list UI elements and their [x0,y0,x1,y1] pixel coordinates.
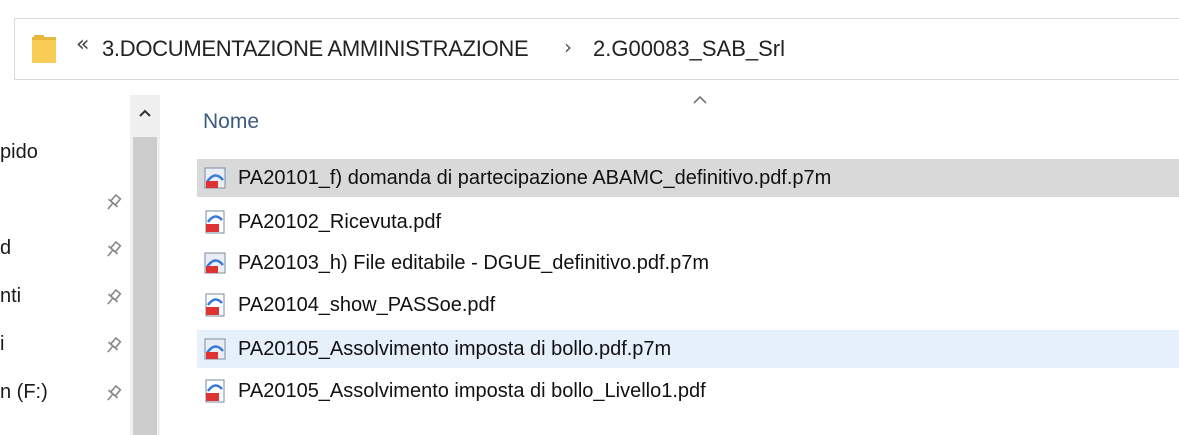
scrollbar-thumb[interactable] [133,137,157,435]
nav-item-quick-access[interactable]: pido [0,141,38,164]
p7m-file-icon [204,167,226,189]
file-row[interactable]: PA20105_Assolvimento imposta di bollo.pd… [197,330,1179,368]
breadcrumb-documentazione-amministrazione[interactable]: 3.DOCUMENTAZIONE AMMINISTRAZIONE [102,36,529,62]
pdf-file-icon [205,210,225,234]
pin-icon[interactable] [103,336,123,356]
file-name: PA20102_Ricevuta.pdf [238,210,442,233]
pin-icon[interactable] [103,384,123,404]
file-row[interactable]: PA20105_Assolvimento imposta di bollo_Li… [197,372,1179,410]
address-bar[interactable]: « 3.DOCUMENTAZIONE AMMINISTRAZIONE › 2.G… [14,18,1179,80]
nav-item-2[interactable]: d [0,237,11,260]
file-name: PA20105_Assolvimento imposta di bollo.pd… [238,337,672,360]
pin-icon[interactable] [103,288,123,308]
breadcrumb-current-folder[interactable]: 2.G00083_SAB_Srl [593,36,785,62]
file-row[interactable]: PA20104_show_PASSoe.pdf [197,286,1179,324]
column-header-name[interactable]: Nome [203,110,259,134]
nav-item-4[interactable]: i [0,333,4,356]
nav-scrollbar[interactable] [130,95,160,435]
file-name: PA20105_Assolvimento imposta di bollo_Li… [238,379,706,402]
file-row[interactable]: PA20102_Ricevuta.pdf [197,203,1179,241]
p7m-file-icon [204,252,226,274]
file-name: PA20103_h) File editabile - DGUE_definit… [238,251,709,274]
file-row[interactable]: PA20101_f) domanda di partecipazione ABA… [197,159,1179,197]
nav-item-drive-f[interactable]: n (F:) [0,381,48,404]
pin-icon[interactable] [103,193,123,213]
pdf-file-icon [205,293,225,317]
p7m-file-icon [204,338,226,360]
breadcrumb-separator-chevron-icon[interactable]: › [564,35,572,59]
breadcrumb-overflow-button[interactable]: « [76,32,89,57]
pdf-file-icon [205,379,225,403]
folder-icon [32,35,56,63]
file-name: PA20104_show_PASSoe.pdf [238,293,496,316]
file-name: PA20101_f) domanda di partecipazione ABA… [238,166,832,189]
pin-icon[interactable] [103,240,123,260]
scroll-up-arrow-icon[interactable] [130,95,160,130]
file-row[interactable]: PA20103_h) File editabile - DGUE_definit… [197,244,1179,282]
nav-item-3[interactable]: nti [0,285,21,308]
sort-ascending-icon [693,95,707,104]
